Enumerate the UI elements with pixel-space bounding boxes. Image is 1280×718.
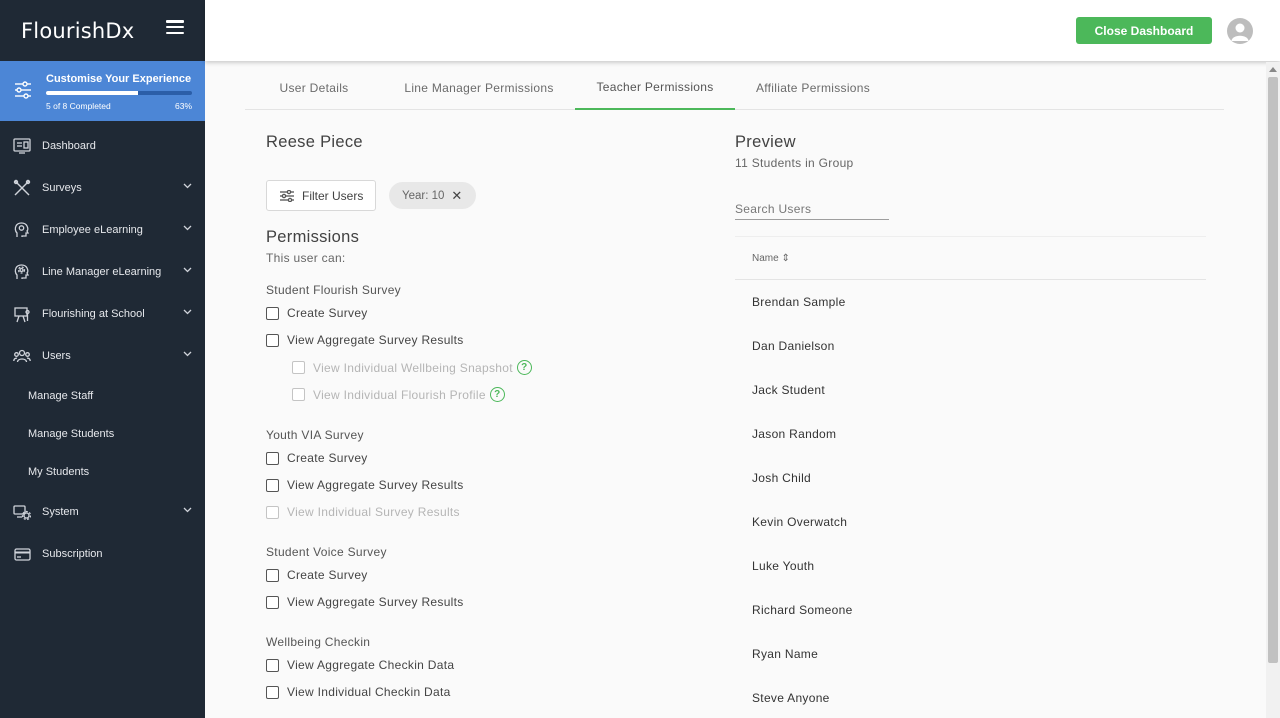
head-gear-icon <box>12 262 32 282</box>
table-row[interactable]: Josh Child <box>735 456 1206 500</box>
permission-sfs-aggregate[interactable]: View Aggregate Survey Results <box>266 333 464 347</box>
permission-tabs: User Details Line Manager Permissions Te… <box>245 66 1224 110</box>
checkbox[interactable] <box>266 478 279 492</box>
page-scrollbar[interactable] <box>1266 62 1280 718</box>
table-row[interactable]: Brendan Sample <box>735 280 1206 324</box>
sidebar-item-dashboard[interactable]: Dashboard <box>0 125 205 167</box>
preview-title: Preview <box>735 133 796 151</box>
table-row[interactable]: Jason Random <box>735 412 1206 456</box>
sidebar-item-surveys[interactable]: Surveys <box>0 167 205 209</box>
sidebar-nav: Dashboard Surveys Employee eLearning Lin… <box>0 125 205 575</box>
school-icon <box>12 304 32 324</box>
permission-checkin-individual[interactable]: View Individual Checkin Data <box>266 685 451 699</box>
tools-icon <box>12 178 32 198</box>
sidebar-item-employee-elearning[interactable]: Employee eLearning <box>0 209 205 251</box>
permission-via-individual[interactable]: View Individual Survey Results <box>266 505 460 519</box>
table-row[interactable]: Luke Youth <box>735 544 1206 588</box>
chevron-down-icon <box>183 309 192 315</box>
customise-experience-card[interactable]: Customise Your Experience 5 of 8 Complet… <box>0 61 205 121</box>
sidebar-item-subscription[interactable]: Subscription <box>0 533 205 575</box>
table-row[interactable]: Jack Student <box>735 368 1206 412</box>
system-gear-icon <box>12 502 32 522</box>
permission-voice-create[interactable]: Create Survey <box>266 568 368 582</box>
top-bar: Close Dashboard <box>205 0 1280 61</box>
sliders-icon <box>15 81 31 99</box>
permission-via-create[interactable]: Create Survey <box>266 451 368 465</box>
brand: FlourishDx <box>0 0 205 61</box>
group-title-wellbeing-checkin: Wellbeing Checkin <box>266 635 371 649</box>
permission-checkin-aggregate[interactable]: View Aggregate Checkin Data <box>266 658 454 672</box>
sidebar-subitem-my-students[interactable]: My Students <box>0 453 205 491</box>
filter-users-button[interactable]: Filter Users <box>266 180 376 211</box>
permission-sfs-wellbeing-snapshot[interactable]: View Individual Wellbeing Snapshot? <box>292 360 532 375</box>
tab-affiliate-permissions[interactable]: Affiliate Permissions <box>735 66 891 110</box>
checkbox[interactable] <box>266 568 279 582</box>
close-icon[interactable]: ✕ <box>451 188 462 204</box>
sidebar-subitem-manage-students[interactable]: Manage Students <box>0 415 205 453</box>
tab-line-manager-permissions[interactable]: Line Manager Permissions <box>383 66 575 110</box>
customise-status: 5 of 8 Completed <box>46 101 111 111</box>
sidebar-item-system[interactable]: System <box>0 491 205 533</box>
sidebar-subitem-manage-staff[interactable]: Manage Staff <box>0 377 205 415</box>
menu-icon[interactable] <box>166 20 184 34</box>
head-brain-icon <box>12 220 32 240</box>
customise-progress-bar <box>46 91 192 95</box>
scroll-up-icon[interactable] <box>1269 67 1277 72</box>
column-header-name[interactable]: Name ⇕ <box>735 236 1206 280</box>
close-dashboard-button[interactable]: Close Dashboard <box>1076 17 1212 44</box>
permission-sfs-flourish-profile[interactable]: View Individual Flourish Profile? <box>292 387 505 402</box>
checkbox[interactable] <box>292 361 305 374</box>
group-title-youth-via: Youth VIA Survey <box>266 428 364 442</box>
help-icon[interactable]: ? <box>516 360 532 375</box>
students-table: Name ⇕ Brendan Sample Dan Danielson Jack S… <box>735 236 1206 718</box>
checkbox[interactable] <box>266 333 279 347</box>
permission-via-aggregate[interactable]: View Aggregate Survey Results <box>266 478 464 492</box>
brand-logo[interactable]: FlourishDx <box>21 19 134 43</box>
tab-teacher-permissions[interactable]: Teacher Permissions <box>575 66 735 110</box>
permissions-subtitle: This user can: <box>266 251 346 265</box>
chevron-down-icon <box>183 183 192 189</box>
help-icon[interactable]: ? <box>489 387 505 402</box>
table-row[interactable]: Ryan Name <box>735 632 1206 676</box>
table-row[interactable]: Richard Someone <box>735 588 1206 632</box>
user-avatar[interactable] <box>1227 18 1253 44</box>
group-title-student-flourish: Student Flourish Survey <box>266 283 401 297</box>
group-title-student-voice: Student Voice Survey <box>266 545 387 559</box>
checkbox[interactable] <box>266 658 279 672</box>
checkbox[interactable] <box>266 505 279 519</box>
users-icon <box>12 346 32 366</box>
sidebar-item-flourishing-at-school[interactable]: Flourishing at School <box>0 293 205 335</box>
permissions-title: Permissions <box>266 228 360 246</box>
checkbox[interactable] <box>266 685 279 699</box>
customise-title: Customise Your Experience <box>46 73 192 85</box>
checkbox[interactable] <box>292 388 305 401</box>
dashboard-icon <box>12 136 32 156</box>
table-row[interactable]: Dan Danielson <box>735 324 1206 368</box>
sidebar-item-users[interactable]: Users <box>0 335 205 377</box>
students-table-body: Brendan Sample Dan Danielson Jack Student J… <box>735 280 1206 718</box>
checkbox[interactable] <box>266 451 279 465</box>
user-name: Reese Piece <box>266 133 363 151</box>
filter-chip-year: Year: 10 ✕ <box>389 182 476 209</box>
checkbox[interactable] <box>266 595 279 609</box>
permission-sfs-create[interactable]: Create Survey <box>266 306 368 320</box>
preview-subtitle: 11 Students in Group <box>735 156 854 170</box>
chevron-down-icon <box>183 351 192 357</box>
filter-sliders-icon <box>280 189 294 202</box>
sidebar: FlourishDx Customise Your Experience 5 o… <box>0 0 205 718</box>
table-row[interactable]: Kevin Overwatch <box>735 500 1206 544</box>
sidebar-item-line-manager-elearning[interactable]: Line Manager eLearning <box>0 251 205 293</box>
customise-percent: 63% <box>174 101 192 111</box>
person-icon <box>1231 23 1249 41</box>
chevron-down-icon <box>183 507 192 513</box>
credit-card-icon <box>12 544 32 564</box>
table-row[interactable]: Steve Anyone <box>735 676 1206 718</box>
chevron-down-icon <box>183 267 192 273</box>
scrollbar-thumb[interactable] <box>1268 77 1278 663</box>
tab-user-details[interactable]: User Details <box>245 66 383 110</box>
search-users-input[interactable] <box>735 199 889 220</box>
checkbox[interactable] <box>266 306 279 320</box>
chevron-down-icon <box>183 225 192 231</box>
permission-voice-aggregate[interactable]: View Aggregate Survey Results <box>266 595 464 609</box>
